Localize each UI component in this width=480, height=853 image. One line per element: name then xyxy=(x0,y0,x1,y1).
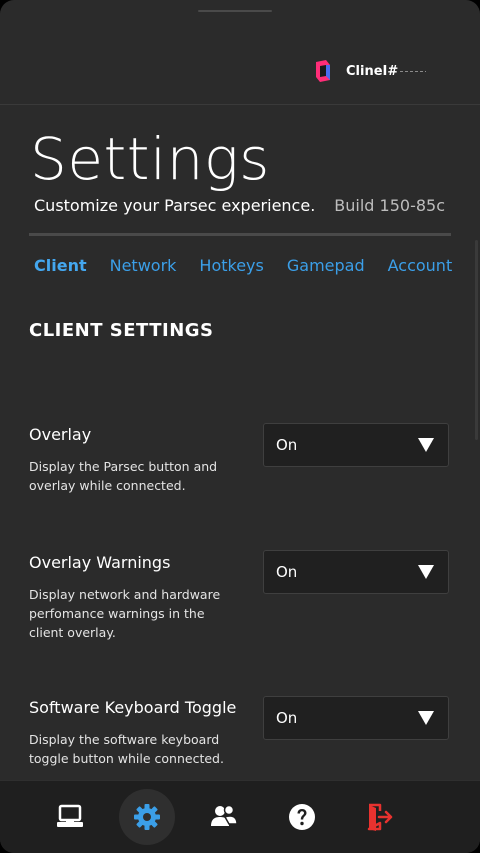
setting-description: Display the software keyboard toggle but… xyxy=(29,732,224,766)
top-bar: ClineI# xyxy=(0,0,480,105)
settings-screen: ClineI# Settings Customize your Parsec e… xyxy=(0,0,480,853)
nav-help-button[interactable] xyxy=(274,789,330,845)
setting-description: Display network and hardware perfomance … xyxy=(29,587,221,640)
select-value: On xyxy=(276,709,298,727)
tab-client[interactable]: Client xyxy=(34,256,87,276)
scrollbar[interactable] xyxy=(475,240,478,440)
select-value: On xyxy=(276,563,298,581)
dropdown-arrow-icon xyxy=(418,711,434,725)
setting-software-keyboard-toggle: Software Keyboard Toggle Display the sof… xyxy=(29,696,451,768)
software-keyboard-select[interactable]: On xyxy=(263,696,449,740)
select-value: On xyxy=(276,436,298,454)
tab-hotkeys[interactable]: Hotkeys xyxy=(199,256,263,276)
setting-overlay-warnings: Overlay Warnings Display network and har… xyxy=(29,550,451,642)
parsec-logo-icon xyxy=(316,60,330,82)
nav-friends-button[interactable] xyxy=(196,789,252,845)
page-subtitle: Customize your Parsec experience. xyxy=(34,196,316,215)
friends-icon xyxy=(211,804,238,826)
tab-network[interactable]: Network xyxy=(110,256,177,276)
logout-icon xyxy=(367,803,393,831)
overlay-select[interactable]: On xyxy=(263,423,449,467)
bottom-nav xyxy=(0,780,480,853)
nav-settings-button[interactable] xyxy=(119,789,175,845)
user-chip[interactable]: ClineI# xyxy=(314,58,427,84)
nav-computers-button[interactable] xyxy=(42,789,98,845)
nav-logout-button[interactable] xyxy=(352,789,408,845)
overlay-warnings-select[interactable]: On xyxy=(263,550,449,594)
build-version: Build 150-85c xyxy=(334,196,445,215)
dropdown-arrow-icon xyxy=(418,438,434,452)
setting-overlay: Overlay Display the Parsec button and ov… xyxy=(29,423,451,495)
help-icon xyxy=(289,804,315,830)
section-title: CLIENT SETTINGS xyxy=(29,320,214,341)
user-tag-redacted xyxy=(400,70,427,72)
page-title: Settings xyxy=(30,125,270,193)
settings-tabs: Client Network Hotkeys Gamepad Account xyxy=(34,256,475,276)
username: ClineI# xyxy=(346,63,399,79)
computer-icon xyxy=(57,804,83,827)
tab-account[interactable]: Account xyxy=(388,256,453,276)
tab-gamepad[interactable]: Gamepad xyxy=(287,256,365,276)
dropdown-arrow-icon xyxy=(418,565,434,579)
gear-icon xyxy=(134,804,160,830)
header-divider xyxy=(29,233,451,236)
setting-description: Display the Parsec button and overlay wh… xyxy=(29,459,218,493)
